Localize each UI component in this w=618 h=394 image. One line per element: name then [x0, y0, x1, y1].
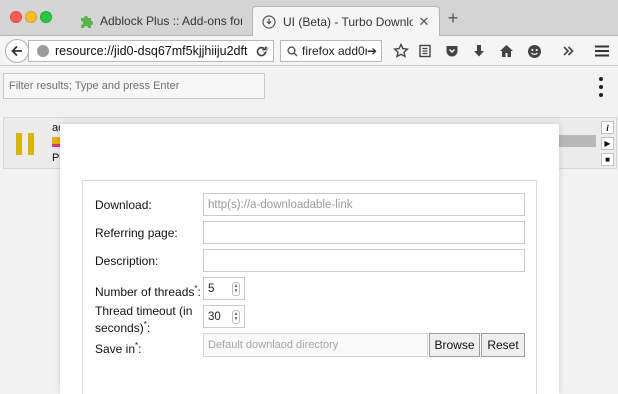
stop-icon[interactable]: ■ [601, 153, 614, 166]
star-icon[interactable] [392, 42, 410, 60]
threads-label: Number of threads*: [95, 284, 201, 299]
search-input[interactable]: firefox add0r [302, 44, 367, 58]
description-input[interactable] [203, 249, 525, 272]
download-circle-icon [261, 14, 277, 30]
download-label: Download: [95, 198, 152, 212]
info-icon[interactable]: i [601, 121, 614, 134]
back-arrow-icon [11, 45, 22, 57]
more-options-icon[interactable] [596, 77, 606, 97]
search-icon [287, 45, 298, 57]
threads-stepper[interactable]: 5 ▲ ▼ [203, 277, 245, 300]
referring-page-label: Referring page: [95, 226, 178, 240]
timeout-value[interactable]: 30 [208, 311, 221, 323]
pocket-icon[interactable] [443, 42, 461, 60]
download-form: Download: Referring page: Description: N… [82, 180, 537, 394]
close-tab-icon[interactable]: ✕ [417, 14, 431, 30]
window-minimize-button[interactable] [25, 11, 37, 23]
referring-page-input[interactable] [203, 221, 525, 244]
site-identity-icon[interactable] [37, 45, 49, 57]
reset-button[interactable]: Reset [481, 333, 525, 357]
tab-adblock-plus[interactable]: Adblock Plus :: Add-ons for... [70, 6, 250, 36]
save-directory-input[interactable] [203, 333, 428, 357]
home-icon[interactable] [497, 42, 515, 60]
threads-value[interactable]: 5 [208, 283, 214, 295]
tab-strip: Adblock Plus :: Add-ons for... UI (Beta)… [0, 0, 618, 36]
download-arrow-icon[interactable] [470, 42, 488, 60]
search-bar[interactable]: firefox add0r ➔ [280, 40, 382, 62]
search-go-icon[interactable]: ➔ [367, 44, 381, 58]
url-bar[interactable]: resource://jid0-dsq67mf5kjjhiiju2dft ▽ [28, 40, 274, 62]
window-zoom-button[interactable] [40, 11, 52, 23]
pause-icon[interactable] [16, 133, 36, 155]
timeout-stepper[interactable]: 30 ▲ ▼ [203, 305, 245, 328]
description-label: Description: [95, 254, 159, 268]
reading-list-icon[interactable] [416, 42, 434, 60]
add-download-dialog: Download: Referring page: Description: N… [60, 124, 559, 394]
window-close-button[interactable] [10, 11, 22, 23]
reload-icon [256, 46, 267, 56]
timeout-label: Thread timeout (in seconds)*: [95, 304, 193, 335]
download-url-input[interactable] [203, 193, 525, 216]
navigation-toolbar: resource://jid0-dsq67mf5kjjhiiju2dft ▽ f… [0, 36, 618, 66]
new-tab-button[interactable]: + [444, 9, 462, 28]
browse-button[interactable]: Browse [429, 333, 480, 357]
tab-turbo-download[interactable]: UI (Beta) - Turbo Download ... ✕ [252, 6, 440, 36]
overflow-chevron-icon[interactable] [559, 42, 577, 60]
tab-label: UI (Beta) - Turbo Download ... [283, 14, 413, 29]
stepper-arrows-icon[interactable]: ▲ ▼ [232, 309, 240, 324]
filter-results-input[interactable] [3, 73, 265, 99]
tab-label: Adblock Plus :: Add-ons for... [100, 14, 242, 28]
puzzle-addon-icon [78, 13, 94, 29]
back-button[interactable] [5, 39, 29, 63]
save-in-label: Save in*: [95, 341, 142, 356]
reload-button[interactable] [250, 40, 272, 62]
hamburger-menu-icon[interactable] [593, 42, 611, 60]
play-icon[interactable]: ▶ [601, 137, 614, 150]
url-text[interactable]: resource://jid0-dsq67mf5kjjhiiju2dft [55, 44, 257, 58]
stepper-arrows-icon[interactable]: ▲ ▼ [232, 281, 240, 296]
smiley-icon[interactable] [525, 42, 543, 60]
